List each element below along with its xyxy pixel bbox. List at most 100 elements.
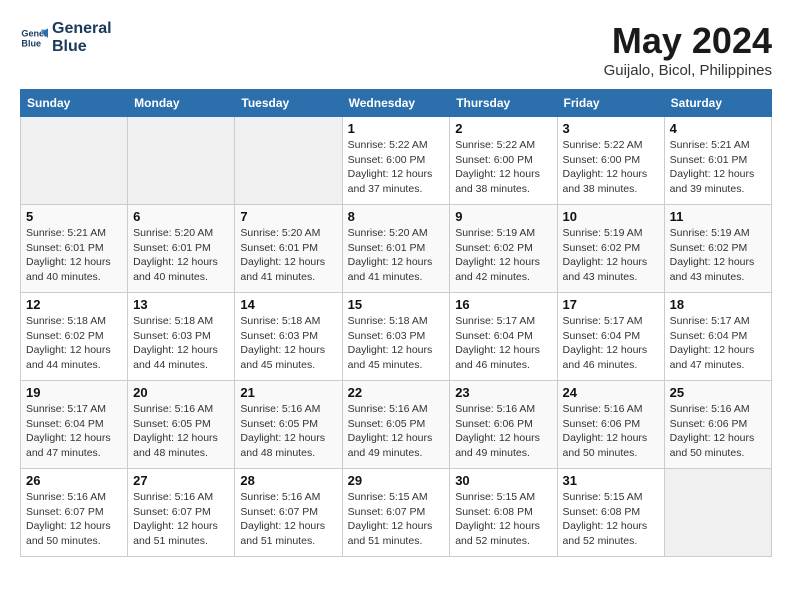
day-detail: Sunrise: 5:18 AM Sunset: 6:03 PM Dayligh… <box>348 314 445 373</box>
day-detail: Sunrise: 5:16 AM Sunset: 6:06 PM Dayligh… <box>670 402 766 461</box>
day-detail: Sunrise: 5:16 AM Sunset: 6:05 PM Dayligh… <box>133 402 229 461</box>
svg-text:Blue: Blue <box>21 38 41 48</box>
day-detail: Sunrise: 5:16 AM Sunset: 6:05 PM Dayligh… <box>240 402 336 461</box>
logo: General Blue General Blue <box>20 20 112 55</box>
day-number: 3 <box>563 121 659 136</box>
day-number: 10 <box>563 209 659 224</box>
day-number: 17 <box>563 297 659 312</box>
day-number: 18 <box>670 297 766 312</box>
day-number: 29 <box>348 473 445 488</box>
calendar-cell: 19 Sunrise: 5:17 AM Sunset: 6:04 PM Dayli… <box>21 381 128 469</box>
calendar-cell: 25 Sunrise: 5:16 AM Sunset: 6:06 PM Dayli… <box>664 381 771 469</box>
day-number: 12 <box>26 297 122 312</box>
logo-line1: General <box>52 20 112 38</box>
day-detail: Sunrise: 5:22 AM Sunset: 6:00 PM Dayligh… <box>563 138 659 197</box>
calendar-cell: 23 Sunrise: 5:16 AM Sunset: 6:06 PM Dayli… <box>450 381 557 469</box>
calendar-cell: 5 Sunrise: 5:21 AM Sunset: 6:01 PM Daylig… <box>21 205 128 293</box>
calendar-cell: 4 Sunrise: 5:21 AM Sunset: 6:01 PM Daylig… <box>664 117 771 205</box>
day-number: 27 <box>133 473 229 488</box>
day-detail: Sunrise: 5:22 AM Sunset: 6:00 PM Dayligh… <box>455 138 551 197</box>
day-detail: Sunrise: 5:20 AM Sunset: 6:01 PM Dayligh… <box>133 226 229 285</box>
day-detail: Sunrise: 5:19 AM Sunset: 6:02 PM Dayligh… <box>455 226 551 285</box>
day-number: 2 <box>455 121 551 136</box>
calendar-cell: 8 Sunrise: 5:20 AM Sunset: 6:01 PM Daylig… <box>342 205 450 293</box>
calendar-cell: 15Sunrise: 5:18 AM Sunset: 6:03 PM Dayli… <box>342 293 450 381</box>
day-number: 28 <box>240 473 336 488</box>
calendar-cell: 2 Sunrise: 5:22 AM Sunset: 6:00 PM Daylig… <box>450 117 557 205</box>
day-detail: Sunrise: 5:17 AM Sunset: 6:04 PM Dayligh… <box>563 314 659 373</box>
day-number: 21 <box>240 385 336 400</box>
day-number: 30 <box>455 473 551 488</box>
calendar-week-row: 26Sunrise: 5:16 AM Sunset: 6:07 PM Dayli… <box>21 469 772 557</box>
day-number: 4 <box>670 121 766 136</box>
day-detail: Sunrise: 5:21 AM Sunset: 6:01 PM Dayligh… <box>670 138 766 197</box>
calendar-cell: 31 Sunrise: 5:15 AM Sunset: 6:08 PM Dayli… <box>557 469 664 557</box>
day-detail: Sunrise: 5:16 AM Sunset: 6:06 PM Dayligh… <box>455 402 551 461</box>
location: Guijalo, Bicol, Philippines <box>604 62 772 79</box>
logo-line2: Blue <box>52 38 112 56</box>
day-detail: Sunrise: 5:17 AM Sunset: 6:04 PM Dayligh… <box>26 402 122 461</box>
day-detail: Sunrise: 5:16 AM Sunset: 6:05 PM Dayligh… <box>348 402 445 461</box>
day-number: 19 <box>26 385 122 400</box>
calendar-table: SundayMondayTuesdayWednesdayThursdayFrid… <box>20 89 772 557</box>
day-detail: Sunrise: 5:16 AM Sunset: 6:06 PM Dayligh… <box>563 402 659 461</box>
calendar-cell: 20 Sunrise: 5:16 AM Sunset: 6:05 PM Dayli… <box>128 381 235 469</box>
calendar-cell: 1Sunrise: 5:22 AM Sunset: 6:00 PM Daylig… <box>342 117 450 205</box>
day-number: 7 <box>240 209 336 224</box>
day-detail: Sunrise: 5:16 AM Sunset: 6:07 PM Dayligh… <box>26 490 122 549</box>
calendar-cell: 18 Sunrise: 5:17 AM Sunset: 6:04 PM Dayli… <box>664 293 771 381</box>
day-detail: Sunrise: 5:18 AM Sunset: 6:03 PM Dayligh… <box>133 314 229 373</box>
weekday-header-thursday: Thursday <box>450 90 557 117</box>
day-detail: Sunrise: 5:20 AM Sunset: 6:01 PM Dayligh… <box>348 226 445 285</box>
day-detail: Sunrise: 5:19 AM Sunset: 6:02 PM Dayligh… <box>563 226 659 285</box>
calendar-cell: 12 Sunrise: 5:18 AM Sunset: 6:02 PM Dayli… <box>21 293 128 381</box>
day-number: 5 <box>26 209 122 224</box>
calendar-week-row: 19 Sunrise: 5:17 AM Sunset: 6:04 PM Dayli… <box>21 381 772 469</box>
day-detail: Sunrise: 5:17 AM Sunset: 6:04 PM Dayligh… <box>455 314 551 373</box>
day-number: 14 <box>240 297 336 312</box>
calendar-cell: 22 Sunrise: 5:16 AM Sunset: 6:05 PM Dayli… <box>342 381 450 469</box>
day-detail: Sunrise: 5:19 AM Sunset: 6:02 PM Dayligh… <box>670 226 766 285</box>
page-header: General Blue General Blue May 2024 Guija… <box>20 20 772 79</box>
calendar-cell <box>664 469 771 557</box>
weekday-header-row: SundayMondayTuesdayWednesdayThursdayFrid… <box>21 90 772 117</box>
calendar-cell: 6Sunrise: 5:20 AM Sunset: 6:01 PM Daylig… <box>128 205 235 293</box>
day-number: 22 <box>348 385 445 400</box>
calendar-cell: 7 Sunrise: 5:20 AM Sunset: 6:01 PM Daylig… <box>235 205 342 293</box>
day-number: 25 <box>670 385 766 400</box>
calendar-cell: 3 Sunrise: 5:22 AM Sunset: 6:00 PM Daylig… <box>557 117 664 205</box>
calendar-cell: 30Sunrise: 5:15 AM Sunset: 6:08 PM Dayli… <box>450 469 557 557</box>
calendar-week-row: 1Sunrise: 5:22 AM Sunset: 6:00 PM Daylig… <box>21 117 772 205</box>
day-detail: Sunrise: 5:18 AM Sunset: 6:03 PM Dayligh… <box>240 314 336 373</box>
day-detail: Sunrise: 5:22 AM Sunset: 6:00 PM Dayligh… <box>348 138 445 197</box>
calendar-week-row: 5 Sunrise: 5:21 AM Sunset: 6:01 PM Daylig… <box>21 205 772 293</box>
day-detail: Sunrise: 5:15 AM Sunset: 6:08 PM Dayligh… <box>563 490 659 549</box>
day-detail: Sunrise: 5:17 AM Sunset: 6:04 PM Dayligh… <box>670 314 766 373</box>
day-number: 31 <box>563 473 659 488</box>
calendar-cell: 17 Sunrise: 5:17 AM Sunset: 6:04 PM Dayli… <box>557 293 664 381</box>
day-detail: Sunrise: 5:20 AM Sunset: 6:01 PM Dayligh… <box>240 226 336 285</box>
weekday-header-monday: Monday <box>128 90 235 117</box>
day-number: 16 <box>455 297 551 312</box>
day-detail: Sunrise: 5:21 AM Sunset: 6:01 PM Dayligh… <box>26 226 122 285</box>
day-number: 8 <box>348 209 445 224</box>
title-section: May 2024 Guijalo, Bicol, Philippines <box>604 20 772 79</box>
calendar-cell: 27 Sunrise: 5:16 AM Sunset: 6:07 PM Dayli… <box>128 469 235 557</box>
calendar-cell: 13Sunrise: 5:18 AM Sunset: 6:03 PM Dayli… <box>128 293 235 381</box>
logo-icon: General Blue <box>20 24 48 52</box>
calendar-cell: 26Sunrise: 5:16 AM Sunset: 6:07 PM Dayli… <box>21 469 128 557</box>
day-detail: Sunrise: 5:18 AM Sunset: 6:02 PM Dayligh… <box>26 314 122 373</box>
day-number: 23 <box>455 385 551 400</box>
day-detail: Sunrise: 5:15 AM Sunset: 6:07 PM Dayligh… <box>348 490 445 549</box>
day-detail: Sunrise: 5:16 AM Sunset: 6:07 PM Dayligh… <box>133 490 229 549</box>
calendar-cell <box>235 117 342 205</box>
calendar-cell: 24Sunrise: 5:16 AM Sunset: 6:06 PM Dayli… <box>557 381 664 469</box>
weekday-header-saturday: Saturday <box>664 90 771 117</box>
calendar-cell <box>128 117 235 205</box>
day-number: 9 <box>455 209 551 224</box>
month-title: May 2024 <box>604 20 772 62</box>
weekday-header-sunday: Sunday <box>21 90 128 117</box>
calendar-cell: 29 Sunrise: 5:15 AM Sunset: 6:07 PM Dayli… <box>342 469 450 557</box>
calendar-cell: 21 Sunrise: 5:16 AM Sunset: 6:05 PM Dayli… <box>235 381 342 469</box>
day-number: 20 <box>133 385 229 400</box>
